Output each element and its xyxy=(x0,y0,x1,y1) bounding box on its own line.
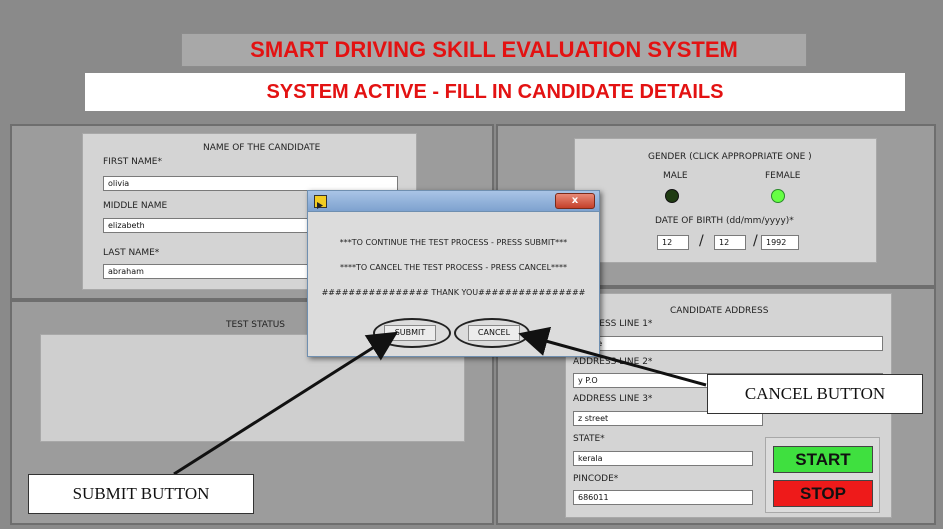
start-button[interactable]: START xyxy=(773,446,873,473)
close-button[interactable]: x xyxy=(555,193,595,209)
close-icon: x xyxy=(571,195,579,206)
address-line2-label: ADDRESS LINE 2* xyxy=(573,357,653,367)
submit-highlight-oval xyxy=(373,318,451,348)
middle-name-label: MIDDLE NAME xyxy=(103,201,168,211)
last-name-label: LAST NAME* xyxy=(103,248,160,258)
cancel-button-callout: CANCEL BUTTON xyxy=(707,374,923,414)
male-label: MALE xyxy=(663,171,688,181)
gender-heading: GENDER (CLICK APPROPRIATE ONE ) xyxy=(648,152,812,162)
test-status-heading: TEST STATUS xyxy=(226,320,286,330)
dialog-message-1: ***TO CONTINUE THE TEST PROCESS - PRESS … xyxy=(339,238,568,247)
gender-panel: GENDER (CLICK APPROPRIATE ONE ) MALE FEM… xyxy=(574,138,877,263)
female-label: FEMALE xyxy=(765,171,801,181)
dob-separator: / xyxy=(699,233,704,249)
state-field[interactable]: kerala xyxy=(573,451,753,466)
dob-month-field[interactable]: 12 xyxy=(714,235,746,250)
first-name-label: FIRST NAME* xyxy=(103,157,162,167)
pincode-label: PINCODE* xyxy=(573,474,619,484)
dialog-message-3: ################ THANK YOU##############… xyxy=(321,288,586,297)
address-line3-label: ADDRESS LINE 3* xyxy=(573,394,653,404)
app-icon xyxy=(314,195,327,209)
address-heading: CANDIDATE ADDRESS xyxy=(670,306,769,316)
submit-button-callout: SUBMIT BUTTON xyxy=(28,474,254,514)
stop-button[interactable]: STOP xyxy=(773,480,873,507)
name-heading: NAME OF THE CANDIDATE xyxy=(203,143,321,153)
dob-label: DATE OF BIRTH (dd/mm/yyyy)* xyxy=(655,216,794,226)
status-banner: SYSTEM ACTIVE - FILL IN CANDIDATE DETAIL… xyxy=(85,73,905,111)
pincode-field[interactable]: 686011 xyxy=(573,490,753,505)
app-title: SMART DRIVING SKILL EVALUATION SYSTEM xyxy=(181,33,807,67)
dialog-message-2: ****TO CANCEL THE TEST PROCESS - PRESS C… xyxy=(339,263,568,272)
dob-day-field[interactable]: 12 xyxy=(657,235,689,250)
state-label: STATE* xyxy=(573,434,605,444)
male-led-button[interactable] xyxy=(665,189,679,203)
dob-year-field[interactable]: 1992 xyxy=(761,235,799,250)
address-line1-field[interactable]: house xyxy=(573,336,883,351)
dialog-titlebar: x xyxy=(308,191,599,212)
app-window: SMART DRIVING SKILL EVALUATION SYSTEM SY… xyxy=(0,0,943,529)
female-led-button[interactable] xyxy=(771,189,785,203)
dob-separator: / xyxy=(753,233,758,249)
first-name-field[interactable]: olivia xyxy=(103,176,398,191)
cancel-highlight-oval xyxy=(454,318,530,348)
